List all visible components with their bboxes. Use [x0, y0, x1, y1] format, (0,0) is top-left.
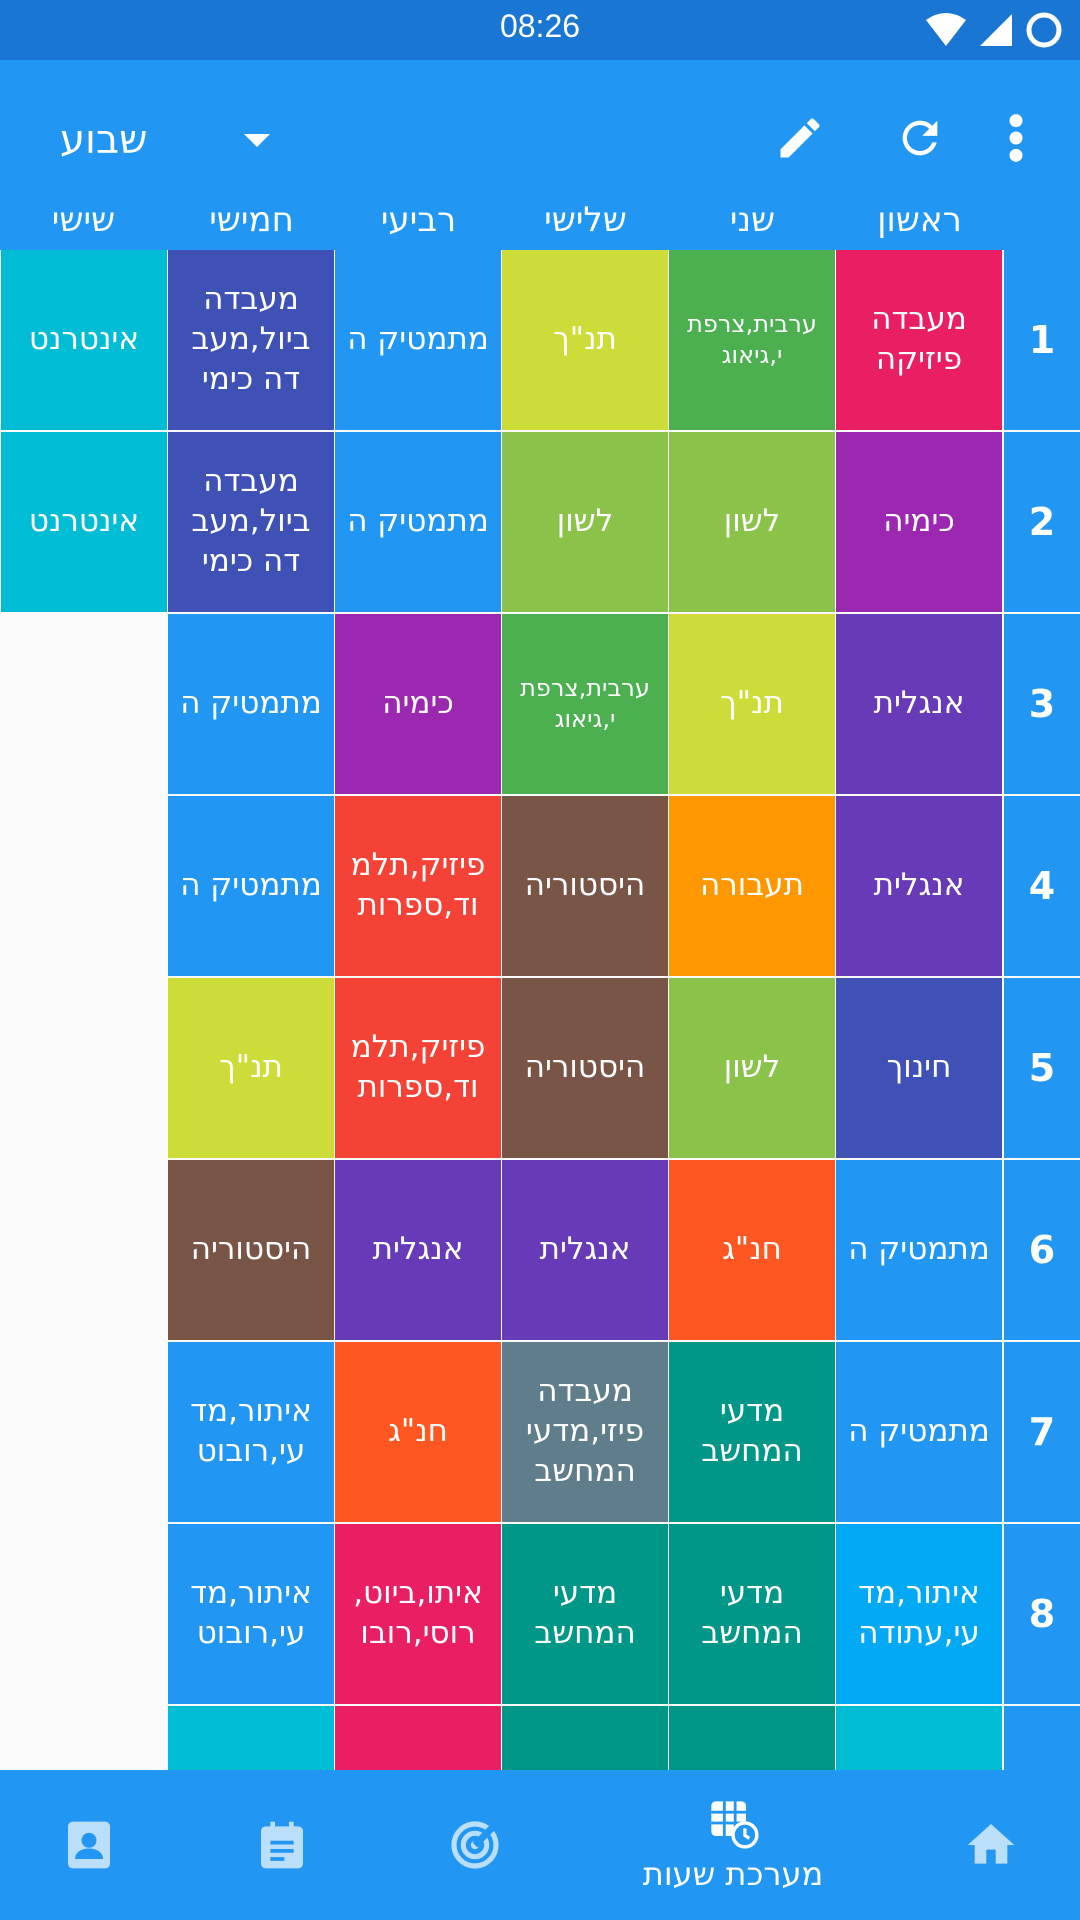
- nav-contacts[interactable]: [44, 1770, 134, 1920]
- lesson-cell[interactable]: איתור: [168, 1706, 334, 1770]
- lesson-cell[interactable]: מעבדה פיזי,מדעי המחשב: [502, 1342, 668, 1522]
- assignment-icon: [261, 1821, 303, 1869]
- lesson-cell[interactable]: [502, 1706, 668, 1770]
- lesson-cell[interactable]: מתמטיק ה: [168, 796, 334, 976]
- lesson-cell[interactable]: לשון: [502, 432, 668, 612]
- lesson-cell[interactable]: איתור,מד עי,רובוט: [168, 1342, 334, 1522]
- view-selector[interactable]: שבוע: [60, 105, 270, 175]
- lesson-cell[interactable]: אנגלית: [502, 1160, 668, 1340]
- lesson-cell[interactable]: לשון: [669, 978, 835, 1158]
- nav-timetable-label: מערכת שעות: [642, 1855, 824, 1893]
- status-time: 08:26: [499, 8, 581, 44]
- lesson-cell[interactable]: מעבדה ביול,מעב דה כימי: [168, 432, 334, 612]
- lesson-cell[interactable]: היסטוריה: [502, 978, 668, 1158]
- lesson-cell[interactable]: מדעי המחשב: [669, 1524, 835, 1704]
- period-number: 8: [1004, 1524, 1080, 1704]
- edit-button[interactable]: [762, 100, 838, 176]
- more-options-button[interactable]: [986, 100, 1046, 176]
- lesson-cell[interactable]: אנגלית: [836, 796, 1002, 976]
- lesson-cell[interactable]: ערבית,צרפת י,גיאוג: [669, 250, 835, 430]
- lesson-cell[interactable]: היסטוריה: [168, 1160, 334, 1340]
- lesson-cell[interactable]: מתמטיק ה: [836, 1160, 1002, 1340]
- more-vert-icon: [1009, 114, 1023, 162]
- lesson-cell[interactable]: חינוך: [836, 978, 1002, 1158]
- lesson-cell[interactable]: איתו,ביוט, רוסי,רובו: [335, 1524, 501, 1704]
- lesson-cell[interactable]: מתמטיק ה: [335, 432, 501, 612]
- battery-circle-icon: [1026, 12, 1062, 48]
- lesson-cell[interactable]: מתמטיק ה: [335, 250, 501, 430]
- refresh-icon: [902, 120, 938, 156]
- lesson-cell[interactable]: [335, 1706, 501, 1770]
- dropdown-arrow-icon: [244, 133, 270, 147]
- lesson-cell[interactable]: תעבורה: [669, 796, 835, 976]
- lesson-cell[interactable]: תנ"ך: [669, 614, 835, 794]
- lesson-cell[interactable]: לשון: [669, 432, 835, 612]
- lesson-cell[interactable]: ערבית,צרפת י,גיאוג: [502, 614, 668, 794]
- nav-assignments[interactable]: [237, 1770, 327, 1920]
- lesson-cell[interactable]: מעבדה ביול,מעב דה כימי: [168, 250, 334, 430]
- status-bar: 08:26: [0, 0, 1080, 60]
- lesson-cell[interactable]: פיזיק,תלמ וד,ספרות: [335, 796, 501, 976]
- period-number: 5: [1004, 978, 1080, 1158]
- radar-icon: [451, 1821, 499, 1869]
- nav-timetable[interactable]: מערכת שעות: [620, 1770, 846, 1920]
- lesson-cell[interactable]: מדעי המחשב: [669, 1342, 835, 1522]
- contact-card-icon: [68, 1821, 110, 1869]
- period-number: [1004, 1706, 1080, 1770]
- status-icons: [924, 12, 1064, 48]
- day-header-tuesday: שלישי: [544, 200, 627, 240]
- lesson-cell[interactable]: מדעי המחשב: [502, 1524, 668, 1704]
- day-header-sunday: ראשון: [877, 200, 962, 240]
- lesson-cell[interactable]: איתור,מד עי,רובוט: [168, 1524, 334, 1704]
- day-header-thursday: חמישי: [209, 200, 294, 240]
- lesson-cell[interactable]: אינטרנט: [1, 432, 167, 612]
- timetable-grid: 1 מעבדה פיזיקה ערבית,צרפת י,גיאוג תנ"ך מתמטי…: [0, 250, 1080, 1770]
- lesson-cell[interactable]: איתור: [836, 1706, 1002, 1770]
- refresh-button[interactable]: [882, 100, 958, 176]
- home-icon: [967, 1824, 1015, 1864]
- lesson-cell[interactable]: היסטוריה: [502, 796, 668, 976]
- lesson-cell[interactable]: תנ"ך: [502, 250, 668, 430]
- lesson-cell[interactable]: חנ"ג: [335, 1342, 501, 1522]
- timetable-icon: [711, 1801, 759, 1849]
- lesson-cell[interactable]: כימיה: [836, 432, 1002, 612]
- lesson-cell[interactable]: אנגלית: [335, 1160, 501, 1340]
- lesson-cell[interactable]: פיזיק,תלמ וד,ספרות: [335, 978, 501, 1158]
- period-number: 6: [1004, 1160, 1080, 1340]
- lesson-cell[interactable]: חנ"ג: [669, 1160, 835, 1340]
- wifi-icon: [926, 13, 966, 46]
- lesson-cell[interactable]: איתור,מד עי,עתודה: [836, 1524, 1002, 1704]
- lesson-cell[interactable]: [669, 1706, 835, 1770]
- lesson-cell[interactable]: מתמטיק ה: [836, 1342, 1002, 1522]
- day-headers: ראשון שני שלישי רביעי חמישי שישי: [0, 200, 1080, 250]
- lesson-cell[interactable]: מעבדה פיזיקה: [836, 250, 1002, 430]
- lesson-cell[interactable]: מתמטיק ה: [168, 614, 334, 794]
- signal-icon: [980, 14, 1012, 46]
- period-number: 1: [1004, 250, 1080, 430]
- lesson-cell[interactable]: אינטרנט: [1, 250, 167, 430]
- bottom-nav: מערכת שעות: [0, 1770, 1080, 1920]
- edit-icon: [780, 118, 820, 158]
- lesson-cell[interactable]: אנגלית: [836, 614, 1002, 794]
- lesson-cell[interactable]: תנ"ך: [168, 978, 334, 1158]
- view-selector-label: שבוע: [60, 117, 148, 163]
- day-header-friday: שישי: [51, 200, 116, 240]
- period-number: 3: [1004, 614, 1080, 794]
- nav-home[interactable]: [946, 1770, 1036, 1920]
- period-number: 7: [1004, 1342, 1080, 1522]
- period-number: 2: [1004, 432, 1080, 612]
- period-number: 4: [1004, 796, 1080, 976]
- nav-radar[interactable]: [430, 1770, 520, 1920]
- day-header-wednesday: רביעי: [380, 200, 457, 240]
- day-header-monday: שני: [729, 200, 776, 240]
- lesson-cell[interactable]: כימיה: [335, 614, 501, 794]
